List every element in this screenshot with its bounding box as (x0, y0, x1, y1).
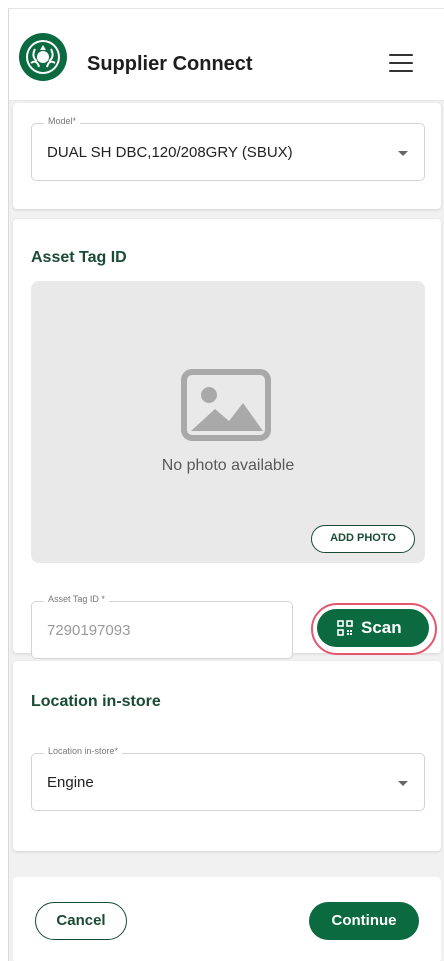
add-photo-button[interactable]: ADD PHOTO (311, 525, 415, 553)
location-label: Location in-store* (44, 746, 123, 756)
asset-tag-field[interactable]: Asset Tag ID * 7290197093 (31, 594, 293, 659)
asset-tag-label: Asset Tag ID * (44, 594, 109, 604)
image-placeholder-icon (181, 369, 271, 441)
scan-label: Scan (361, 618, 402, 637)
app-title: Supplier Connect (87, 53, 253, 75)
qr-code-icon (337, 620, 353, 636)
asset-tag-section-title: Asset Tag ID (31, 249, 127, 266)
scan-button[interactable]: Scan (317, 609, 429, 647)
model-select[interactable]: Model* DUAL SH DBC,120/208GRY (SBUX) (31, 116, 425, 181)
hamburger-menu-icon[interactable] (389, 54, 413, 74)
actions-bar: Cancel Continue (13, 877, 441, 961)
starbucks-logo-icon (19, 33, 67, 81)
model-label: Model* (44, 116, 81, 126)
model-value: DUAL SH DBC,120/208GRY (SBUX) (47, 144, 293, 161)
chevron-down-icon (398, 151, 408, 156)
chevron-down-icon (398, 781, 408, 786)
location-card: Location in-store Location in-store* Eng… (13, 661, 441, 851)
photo-placeholder: No photo available ADD PHOTO (31, 281, 425, 563)
location-value: Engine (47, 774, 94, 791)
location-select[interactable]: Location in-store* Engine (31, 746, 425, 811)
location-section-title: Location in-store (31, 693, 161, 710)
no-photo-text: No photo available (161, 457, 295, 474)
continue-button[interactable]: Continue (309, 902, 419, 940)
model-card: Model* DUAL SH DBC,120/208GRY (SBUX) (13, 103, 441, 209)
asset-tag-card: Asset Tag ID No photo available ADD PHOT… (13, 219, 441, 659)
cancel-button[interactable]: Cancel (35, 902, 127, 940)
app-frame: Supplier Connect Model* DUAL SH DBC,120/… (8, 8, 444, 961)
app-header: Supplier Connect (9, 9, 444, 101)
asset-tag-value: 7290197093 (47, 622, 131, 639)
